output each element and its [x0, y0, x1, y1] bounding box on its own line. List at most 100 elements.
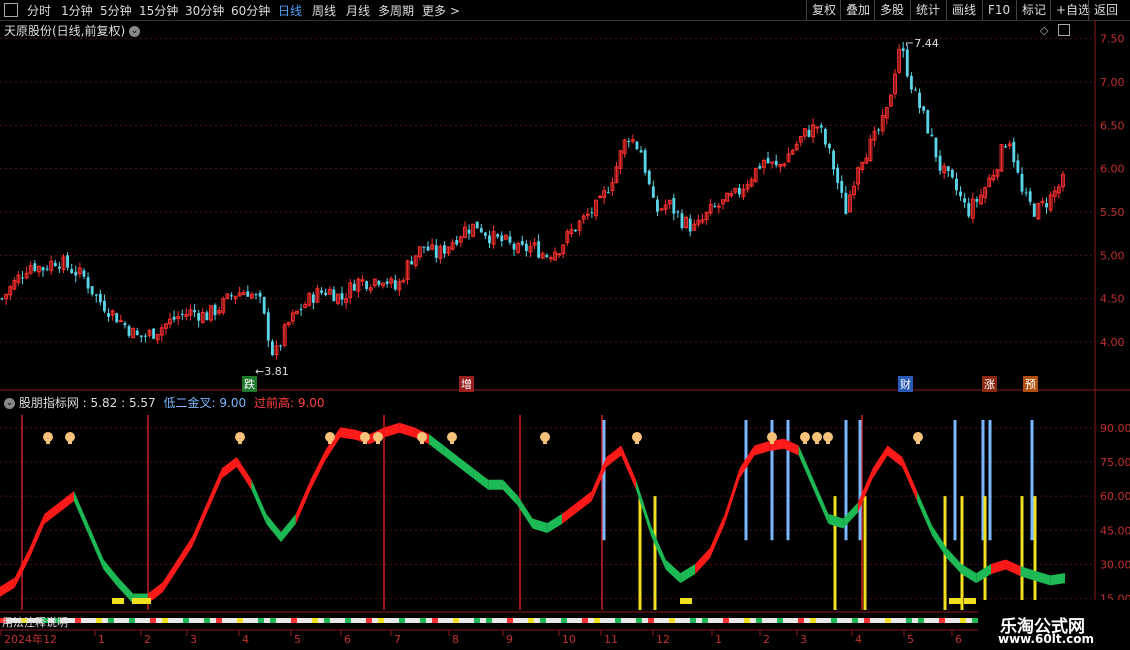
candle-body	[0, 298, 4, 300]
indicator-separator: :	[82, 396, 87, 410]
candle-body	[135, 330, 139, 335]
footer-strip-segment	[702, 618, 708, 623]
indicator-ribbon-segment	[843, 502, 858, 529]
candle-body	[188, 309, 193, 316]
indicator-ribbon-segment	[73, 491, 89, 536]
candle-body	[537, 241, 541, 258]
candle-body	[938, 155, 942, 171]
candle-body	[147, 330, 152, 336]
indicator-value-1: 5.82	[90, 396, 118, 410]
footer-strip-segment	[906, 618, 912, 623]
period-tab-weekly[interactable]: 周线	[312, 2, 336, 19]
footer-strip-segment	[324, 618, 330, 623]
period-tab-daily[interactable]: 日线	[278, 2, 302, 19]
period-tab-1min[interactable]: 1分钟	[61, 2, 93, 19]
footer-strip-segment	[756, 618, 762, 623]
candle-body	[430, 244, 435, 250]
period-tab-60min[interactable]: 60分钟	[231, 2, 270, 19]
period-tab-more[interactable]: 更多 >	[422, 2, 460, 19]
candle-body	[401, 280, 406, 283]
footer-strip-segment	[474, 618, 480, 623]
indicator-ribbon-segment	[769, 438, 784, 451]
candle-body	[602, 190, 607, 198]
candle-body	[1048, 194, 1053, 211]
candle-body	[1056, 186, 1061, 194]
overlay-button[interactable]: 叠加	[840, 0, 875, 20]
diamond-icon[interactable]: ◇	[1040, 24, 1048, 37]
indicator-ribbon-segment	[517, 495, 533, 529]
candle-body	[152, 328, 156, 339]
fuquan-button[interactable]: 复权	[806, 0, 841, 20]
candle-body	[254, 294, 258, 296]
f10-button[interactable]: F10	[982, 0, 1015, 20]
pointing-hand-icon	[65, 432, 75, 444]
candle-body	[12, 280, 17, 290]
candle-body	[8, 286, 13, 296]
indicator-ribbon-segment	[14, 548, 30, 588]
indicator-ribbon-segment	[665, 559, 681, 584]
stats-button[interactable]: 统计	[910, 0, 945, 20]
chevron-down-icon[interactable]: ⌄	[129, 26, 141, 37]
kline-chart: 7.507.006.506.005.505.004.504.00 90.0075…	[0, 20, 1130, 650]
candle-body	[266, 312, 270, 341]
mark-button[interactable]: 标记	[1016, 0, 1051, 20]
footer-strip-segment	[183, 618, 189, 623]
panel-toggle-icon[interactable]	[4, 3, 18, 17]
candle-body	[33, 263, 37, 271]
event-label-die[interactable]: 跌	[242, 376, 257, 392]
period-tab-15min[interactable]: 15分钟	[139, 2, 178, 19]
candle-body	[422, 246, 426, 248]
indicator-ribbon-segment	[29, 513, 45, 559]
candle-body	[651, 186, 655, 198]
period-tab-monthly[interactable]: 月线	[346, 2, 370, 19]
candle-body	[880, 115, 885, 132]
candle-body	[848, 194, 852, 213]
chevron-down-icon[interactable]: ⌄	[4, 398, 15, 409]
indicator-ribbon-segment	[221, 456, 237, 479]
indicator-ribbon-segment	[1050, 573, 1065, 586]
candle-body	[716, 205, 721, 208]
period-tab-5min[interactable]: 5分钟	[100, 2, 132, 19]
event-label-yu[interactable]: 预	[1023, 376, 1038, 392]
window-icon[interactable]	[1058, 24, 1070, 36]
candle-body	[811, 124, 816, 138]
indicator-value-2: 5.57	[128, 396, 156, 410]
pointing-hand-icon	[373, 432, 383, 444]
multi-stock-button[interactable]: 多股	[874, 0, 909, 20]
price-axis-label: 7.00	[1100, 76, 1125, 89]
period-tab-fenshi[interactable]: 分时	[27, 2, 51, 19]
candle-body	[475, 221, 479, 229]
candle-body	[467, 229, 471, 234]
stock-title: 天原股份(日线,前复权)	[4, 24, 126, 38]
footer-usage-label[interactable]: 用法注释说明	[2, 614, 68, 630]
footer-strip-segment	[366, 618, 372, 623]
candle-body	[70, 269, 74, 274]
candle-body	[115, 313, 119, 323]
period-tab-30min[interactable]: 30分钟	[185, 2, 224, 19]
candle-body	[1036, 203, 1041, 220]
date-axis-label: 1	[98, 633, 105, 646]
candle-body	[49, 260, 54, 271]
candle-body	[802, 128, 807, 137]
period-tab-multi[interactable]: 多周期	[378, 2, 414, 19]
back-button[interactable]: 返回	[1088, 0, 1123, 20]
indicator-ribbon-segment	[133, 593, 148, 604]
candle-body	[819, 125, 823, 128]
candle-body	[922, 106, 926, 111]
indicator-name: 股朋指标网	[18, 396, 79, 410]
draw-line-button[interactable]: 画线	[946, 0, 981, 20]
indicator-ribbon-segment	[754, 441, 770, 456]
indicator-ribbon-segment	[1005, 559, 1021, 577]
indicator-ribbon-segment	[680, 564, 696, 584]
event-label-zeng[interactable]: 增	[459, 376, 474, 392]
candle-body	[180, 313, 184, 315]
candle-body	[413, 255, 418, 266]
candle-body	[807, 129, 811, 137]
indicator-ribbon-segment	[236, 456, 252, 490]
event-label-cai[interactable]: 财	[898, 376, 913, 392]
indicator-ribbon-segment	[650, 525, 666, 570]
candle-body	[721, 199, 725, 205]
date-axis-label: 6	[955, 633, 962, 646]
date-axis-label: 5	[294, 633, 301, 646]
event-label-zhang[interactable]: 涨	[982, 376, 997, 392]
